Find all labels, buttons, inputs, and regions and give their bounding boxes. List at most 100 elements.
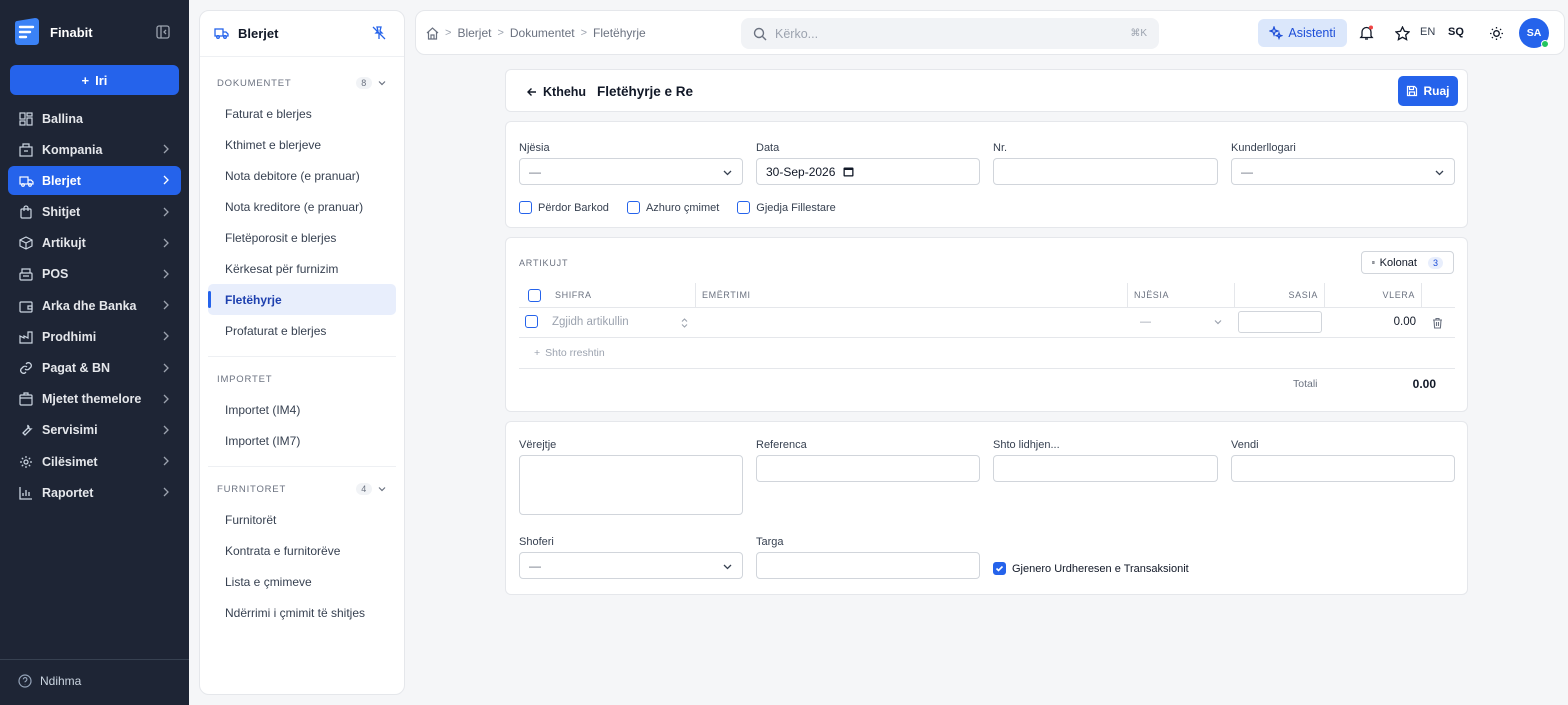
breadcrumb-item[interactable]: Blerjet [457,26,491,40]
nav-item-cilesimet[interactable]: Cilësimet [8,447,181,476]
bar-chart-icon [18,485,34,501]
home-icon[interactable] [426,26,439,40]
shopping-bag-icon [18,204,34,220]
search-input[interactable]: Kërko... ⌘K [741,18,1159,49]
checkbox[interactable] [626,201,640,214]
subnav-item[interactable]: Furnitorët [208,504,396,535]
date-input[interactable]: 30-Sep-2026 [756,158,980,185]
plus-icon: + [534,347,541,359]
unit-select[interactable]: — [1133,311,1230,333]
subnav-item-active[interactable]: Fletëhyrje [208,284,396,315]
subnav-item[interactable]: Kërkesat për furnizim [208,253,396,284]
nav-item-ballina[interactable]: Ballina [8,104,181,133]
column-header-emertimi[interactable]: EMËRTIMI [696,283,1128,307]
subnav-item[interactable]: Importet (IM4) [208,394,396,425]
items-section-title: ARTIKUJT [519,258,569,268]
save-button[interactable]: Ruaj [1398,76,1458,106]
language-en[interactable]: EN [1420,26,1435,38]
subnav-item[interactable]: Lista e çmimeve [208,566,396,597]
chevron-down-icon [378,487,386,492]
subnav-item[interactable]: Faturat e blerjes [208,98,396,129]
collapse-sidebar-icon[interactable] [155,24,171,40]
azhuro-cmimet-option[interactable]: Azhuro çmimet [626,201,719,214]
nav-item-pos[interactable]: POS [8,260,181,289]
chevron-right-icon [163,207,169,217]
nav-item-servisimi[interactable]: Servisimi [8,416,181,445]
section-title: DOKUMENTET [217,77,292,89]
subnav-item[interactable]: Kthimet e blerjeve [208,129,396,160]
subnav-item[interactable]: Ndërrimi i çmimit të shitjes [208,597,396,628]
select-all-checkbox[interactable] [527,288,541,302]
language-sq[interactable]: SQ [1448,26,1464,38]
nav-item-blerjet[interactable]: Blerjet [8,166,181,196]
nav-item-kompania[interactable]: Kompania [8,135,181,164]
section-header-furnitoret[interactable]: FURNITORET 4 [200,477,404,501]
nr-input[interactable] [993,158,1218,185]
nav-item-mjetet-themelore[interactable]: Mjetet themelore [8,385,181,414]
article-picker[interactable]: Zgjidh artikullin [552,314,688,330]
kunderllogari-select[interactable]: — [1231,158,1455,185]
quantity-input[interactable] [1238,311,1322,333]
nav-label: Pagat & BN [42,361,111,375]
perdor-barkod-option[interactable]: Përdor Barkod [519,201,609,214]
subnav-item[interactable]: Nota debitore (e pranuar) [208,160,396,191]
section-header-importet[interactable]: IMPORTET [200,367,404,391]
generate-transaction-option[interactable]: Gjenero Urdheresen e Transaksionit [993,562,1189,575]
help-link[interactable]: Ndihma [18,674,81,688]
section-header-dokumentet[interactable]: DOKUMENTET 8 [200,71,404,95]
chevron-right-icon [163,269,169,279]
subnav-title: Blerjet [238,26,279,41]
columns-button[interactable]: Kolonat 3 [1361,251,1454,274]
search-placeholder: Kërko... [775,26,819,41]
unpin-icon[interactable] [372,26,386,43]
vendi-input[interactable] [1231,455,1455,482]
checkbox[interactable] [519,201,532,214]
row-checkbox[interactable] [525,315,538,328]
subnav-item[interactable]: Profaturat e blerjes [208,315,396,346]
user-avatar[interactable]: SA [1519,18,1549,48]
gjedja-fillestare-option[interactable]: Gjedja Fillestare [737,201,836,214]
new-button[interactable]: + Iri [10,65,179,95]
nav-item-prodhimi[interactable]: Prodhimi [8,322,181,351]
document-form-card: Njësia — Data 30-Sep-2026 Nr. Kunderllog… [505,121,1468,228]
total-value: 0.00 [1412,377,1436,391]
subnav-item[interactable]: Importet (IM7) [208,425,396,456]
row-divider [519,337,1455,338]
referenca-input[interactable] [756,455,980,482]
trash-icon[interactable] [1432,317,1443,329]
sun-icon[interactable] [1488,25,1504,41]
njesia-label: Njësia [519,142,550,154]
nav-item-arka-dhe-banka[interactable]: Arka dhe Banka [8,291,181,320]
nav-item-shitjet[interactable]: Shitjet [8,198,181,227]
njesia-select[interactable]: — [519,158,743,185]
breadcrumb-item[interactable]: Dokumentet [510,26,575,40]
column-header-sasia[interactable]: SASIA [1235,283,1325,307]
column-header-njesia[interactable]: NJËSIA [1128,283,1235,307]
assistant-button[interactable]: Asistenti [1258,19,1347,47]
checkbox[interactable] [737,201,751,214]
bell-icon[interactable] [1358,25,1374,41]
subnav-item[interactable]: Nota kreditore (e pranuar) [208,191,396,222]
lidhje-input[interactable] [993,455,1218,482]
page-title: Fletëhyrje e Re [597,84,694,99]
targa-input[interactable] [756,552,980,579]
subnav-item[interactable]: Kontrata e furnitorëve [208,535,396,566]
calendar-icon[interactable] [843,166,854,177]
column-header-vlera[interactable]: VLERA [1325,283,1422,307]
verejtje-textarea[interactable] [519,455,743,515]
back-button[interactable]: Kthehu [526,85,586,99]
nav-item-artikujt[interactable]: Artikujt [8,229,181,258]
add-row-button[interactable]: + Shto rreshtin [534,347,605,359]
star-icon[interactable] [1394,25,1410,41]
column-header-shifra[interactable]: SHIFRA [549,283,696,307]
wrench-icon [18,422,34,438]
shoferi-select[interactable]: — [519,552,743,579]
truck-icon [214,26,230,42]
chevron-down-icon [378,81,386,86]
checkbox-checked[interactable] [993,562,1006,575]
factory-icon [18,329,34,345]
nav-item-raportet[interactable]: Raportet [8,478,181,507]
subnav-item[interactable]: Fletëporosit e blerjes [208,222,396,253]
total-label: Totali [1293,378,1318,390]
nav-item-pagat-bn[interactable]: Pagat & BN [8,354,181,383]
